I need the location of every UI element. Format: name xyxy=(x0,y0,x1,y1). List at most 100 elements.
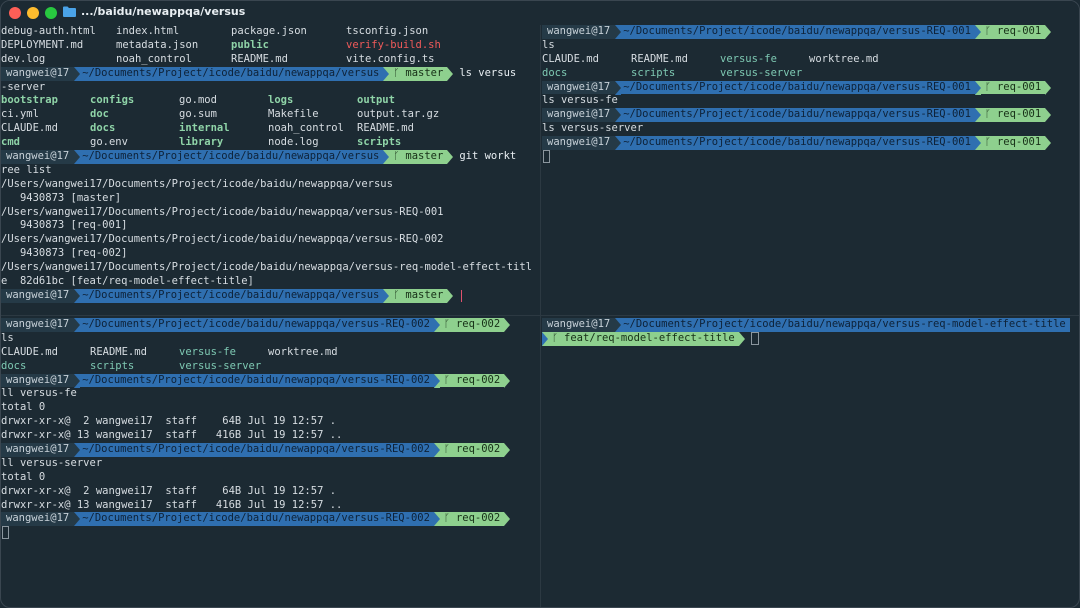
branch-name: req-002 xyxy=(455,443,501,456)
minimize-window-button[interactable] xyxy=(27,7,39,19)
shell-prompt: wangwei@17 ~/Documents/Project/icode/bai… xyxy=(1,288,539,303)
file-name: README.md xyxy=(357,122,414,135)
text-cursor xyxy=(543,150,550,164)
maximize-window-button[interactable] xyxy=(45,7,57,19)
prompt-path: ~/Documents/Project/icode/baidu/newappqa… xyxy=(621,318,1070,332)
prompt-branch: ᚴ req-001 xyxy=(980,80,1046,95)
file-list-row: DEPLOYMENT.md metadata.json public verif… xyxy=(1,39,539,53)
command-text: ls xyxy=(542,38,555,51)
listing-row: drwxr-xr-x@ 13 wangwei17 staff 416B Jul … xyxy=(1,498,343,511)
shell-prompt: wangwei@17 ~/Documents/Project/icode/bai… xyxy=(1,318,539,332)
powerline-arrow-icon xyxy=(1045,108,1052,123)
file-name: Makefile xyxy=(268,108,319,121)
prompt-path: ~/Documents/Project/icode/baidu/newappqa… xyxy=(80,66,384,81)
powerline-arrow-icon xyxy=(504,442,511,457)
directory-name: doc xyxy=(90,108,109,121)
powerline-arrow-icon xyxy=(1045,25,1052,39)
branch-name: master xyxy=(405,66,444,79)
file-name: package.json xyxy=(231,25,307,37)
directory-name: docs xyxy=(90,122,116,135)
file-list-row: bootstrap configs go.mod logs output xyxy=(1,94,539,108)
powerline-arrow-icon xyxy=(447,288,454,303)
prompt-user: wangwei@17 xyxy=(1,150,75,164)
file-name: worktree.md xyxy=(268,345,338,358)
file-name: go.mod xyxy=(179,94,217,107)
text-cursor xyxy=(2,526,9,540)
terminal-window: .../baidu/newappqa/versus debug-auth.htm… xyxy=(0,0,1080,608)
shell-prompt: wangwei@17 ~/Documents/Project/icode/bai… xyxy=(542,80,1079,95)
terminal-pane-top-right[interactable]: wangwei@17 ~/Documents/Project/icode/bai… xyxy=(542,25,1079,313)
worktree-line: 9430873 [req-002] xyxy=(1,247,128,260)
prompt-branch: ᚴ master xyxy=(389,66,448,81)
shell-prompt: wangwei@17 ~/Documents/Project/icode/bai… xyxy=(1,66,539,81)
prompt-user: wangwei@17 xyxy=(542,25,616,39)
file-name: README.md xyxy=(231,52,288,65)
git-branch-icon: ᚴ xyxy=(443,374,456,386)
command-text: ls versus-server xyxy=(542,122,644,135)
window-title-text: .../baidu/newappqa/versus xyxy=(81,5,246,18)
file-list-row: docs scripts versus-server xyxy=(1,360,539,374)
file-name: go.sum xyxy=(179,108,217,121)
input-line xyxy=(542,150,1079,164)
command-text-wrap: -server xyxy=(1,80,46,93)
directory-name: versus-server xyxy=(179,359,262,372)
branch-name: req-001 xyxy=(996,25,1042,37)
text-cursor xyxy=(461,289,463,302)
git-branch-icon: ᚴ xyxy=(443,444,456,456)
listing-total: total 0 xyxy=(1,401,46,414)
file-name: noah_control xyxy=(268,122,344,135)
shell-prompt: wangwei@17 ~/Documents/Project/icode/bai… xyxy=(1,442,539,457)
prompt-path: ~/Documents/Project/icode/baidu/newappqa… xyxy=(621,80,975,95)
directory-name: scripts xyxy=(631,66,676,79)
command-text-wrap: ree list xyxy=(1,163,52,176)
window-title: .../baidu/newappqa/versus xyxy=(63,5,245,18)
file-name: ci.yml xyxy=(1,108,39,121)
file-list-row: docs scripts versus-server xyxy=(542,66,1079,81)
directory-name: docs xyxy=(1,359,27,372)
shell-prompt: wangwei@17 ~/Documents/Project/icode/bai… xyxy=(542,136,1079,151)
terminal-pane-bottom-right[interactable]: wangwei@17 ~/Documents/Project/icode/bai… xyxy=(542,318,1079,607)
terminal-pane-bottom-left[interactable]: wangwei@17 ~/Documents/Project/icode/bai… xyxy=(1,318,539,607)
pane-divider-horizontal[interactable] xyxy=(1,315,1079,316)
command-text: ls xyxy=(1,331,14,344)
prompt-branch: ᚴ req-002 xyxy=(439,373,505,388)
file-name: node.log xyxy=(268,136,319,149)
listing-total: total 0 xyxy=(1,470,46,483)
file-name: debug-auth.html xyxy=(1,25,96,37)
file-name: CLAUDE.md xyxy=(1,345,58,358)
prompt-user: wangwei@17 xyxy=(1,66,75,81)
listing-row: drwxr-xr-x@ 13 wangwei17 staff 416B Jul … xyxy=(1,429,343,442)
prompt-path: ~/Documents/Project/icode/baidu/newappqa… xyxy=(80,373,434,388)
file-list-row: cmd go.env library node.log scripts xyxy=(1,136,539,150)
directory-name: configs xyxy=(90,94,135,107)
shell-prompt: wangwei@17 ~/Documents/Project/icode/bai… xyxy=(542,108,1079,123)
git-branch-icon: ᚴ xyxy=(443,513,456,525)
powerline-arrow-icon xyxy=(504,373,511,388)
shell-prompt: wangwei@17 ~/Documents/Project/icode/bai… xyxy=(1,512,539,527)
powerline-arrow-icon xyxy=(738,331,745,346)
listing-row: drwxr-xr-x@ 2 wangwei17 staff 64B Jul 19… xyxy=(1,484,337,497)
git-branch-icon: ᚴ xyxy=(984,137,997,149)
git-branch-icon: ᚴ xyxy=(984,26,997,37)
folder-icon xyxy=(63,6,76,17)
prompt-user: wangwei@17 xyxy=(1,373,75,388)
text-cursor xyxy=(750,332,759,346)
git-branch-icon: ᚴ xyxy=(443,319,456,330)
close-window-button[interactable] xyxy=(9,7,21,19)
git-branch-icon: ᚴ xyxy=(552,332,565,344)
prompt-branch: ᚴ master xyxy=(389,150,448,164)
git-branch-icon: ᚴ xyxy=(393,151,406,163)
prompt-user: wangwei@17 xyxy=(542,318,616,332)
prompt-path: ~/Documents/Project/icode/baidu/newappqa… xyxy=(80,150,384,164)
prompt-user: wangwei@17 xyxy=(1,318,75,332)
pane-divider-vertical[interactable] xyxy=(540,25,541,607)
file-name: noah_control xyxy=(116,52,192,65)
directory-name: internal xyxy=(179,122,230,135)
file-list-row: CLAUDE.md README.md versus-fe worktree.m… xyxy=(542,53,1079,67)
terminal-pane-top-left[interactable]: debug-auth.html index.html package.json … xyxy=(1,25,539,313)
branch-name: req-001 xyxy=(996,136,1042,149)
branch-name: master xyxy=(405,150,444,163)
prompt-user: wangwei@17 xyxy=(1,288,75,303)
listing-row: drwxr-xr-x@ 2 wangwei17 staff 64B Jul 19… xyxy=(1,415,337,428)
prompt-path: ~/Documents/Project/icode/baidu/newappqa… xyxy=(80,318,434,332)
